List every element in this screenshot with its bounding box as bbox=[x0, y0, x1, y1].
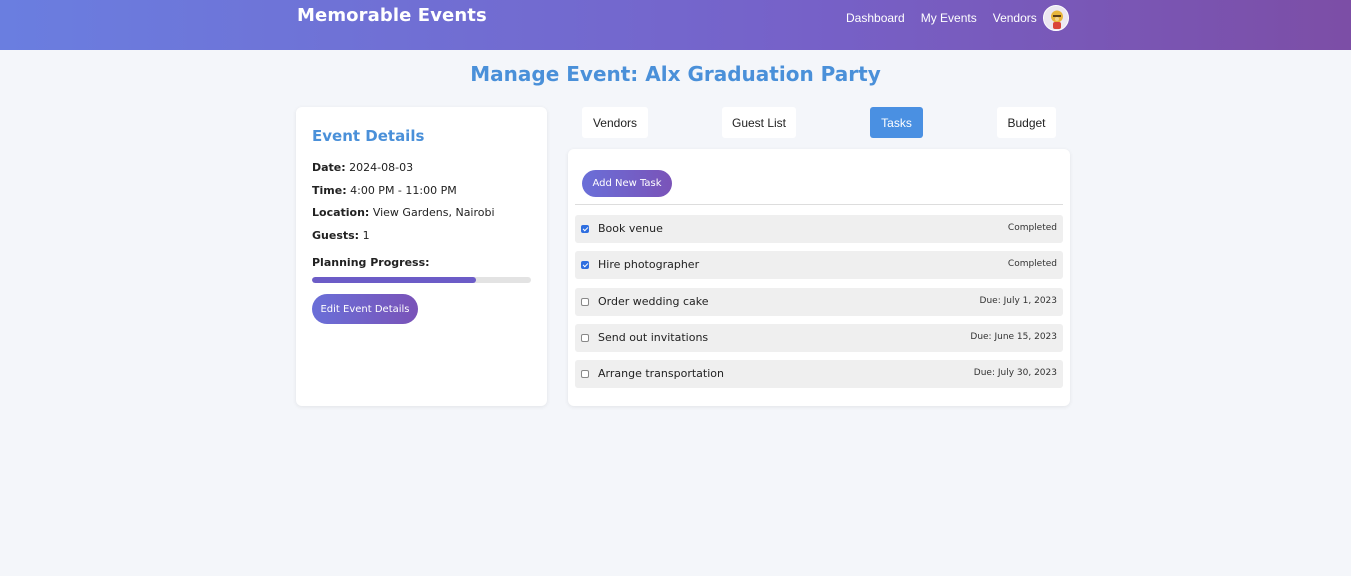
time-value: 4:00 PM - 11:00 PM bbox=[350, 184, 457, 197]
task-row: Arrange transportation Due: July 30, 202… bbox=[575, 360, 1063, 388]
task-checkbox[interactable] bbox=[581, 334, 589, 342]
user-avatar[interactable] bbox=[1043, 5, 1069, 31]
page-title: Manage Event: Alx Graduation Party bbox=[470, 62, 881, 86]
detail-guests: Guests: 1 bbox=[312, 229, 370, 242]
task-name: Send out invitations bbox=[598, 331, 709, 344]
tab-tasks[interactable]: Tasks bbox=[870, 107, 923, 138]
task-checkbox[interactable] bbox=[581, 225, 589, 233]
task-status: Due: July 1, 2023 bbox=[979, 296, 1057, 306]
task-status: Completed bbox=[1007, 259, 1057, 269]
task-name: Book venue bbox=[598, 222, 663, 235]
task-row: Send out invitations Due: June 15, 2023 bbox=[575, 324, 1063, 352]
main-nav: Dashboard My Events Vendors bbox=[846, 11, 1053, 25]
date-label: Date: bbox=[312, 161, 346, 174]
add-new-task-button[interactable]: Add New Task bbox=[582, 170, 672, 197]
task-status: Due: July 30, 2023 bbox=[973, 368, 1057, 378]
task-row: Hire photographer Completed bbox=[575, 251, 1063, 279]
location-value: View Gardens, Nairobi bbox=[372, 206, 495, 219]
planning-progress-label: Planning Progress: bbox=[312, 256, 430, 269]
planning-progress-fill bbox=[312, 277, 477, 283]
task-row: Order wedding cake Due: July 1, 2023 bbox=[575, 288, 1063, 316]
detail-location: Location: View Gardens, Nairobi bbox=[312, 206, 495, 219]
detail-date: Date: 2024-08-03 bbox=[312, 161, 413, 174]
tasks-panel: Add New Task Book venue Completed Hire p… bbox=[568, 149, 1070, 406]
top-navbar: Memorable Events Dashboard My Events Ven… bbox=[0, 0, 1351, 50]
planning-progress-bar bbox=[312, 277, 531, 283]
task-status: Completed bbox=[1007, 223, 1057, 233]
detail-time: Time: 4:00 PM - 11:00 PM bbox=[312, 184, 457, 197]
tab-budget[interactable]: Budget bbox=[997, 107, 1056, 138]
nav-link-vendors[interactable]: Vendors bbox=[993, 11, 1037, 25]
task-row: Book venue Completed bbox=[575, 215, 1063, 243]
guests-label: Guests: bbox=[312, 229, 360, 242]
date-value: 2024-08-03 bbox=[349, 161, 414, 174]
divider bbox=[575, 204, 1063, 205]
avatar-icon bbox=[1044, 6, 1068, 30]
time-label: Time: bbox=[312, 184, 347, 197]
task-status: Due: June 15, 2023 bbox=[970, 332, 1057, 342]
task-checkbox[interactable] bbox=[581, 298, 589, 306]
task-checkbox[interactable] bbox=[581, 261, 589, 269]
guests-value: 1 bbox=[362, 229, 370, 242]
tab-guest-list[interactable]: Guest List bbox=[722, 107, 796, 138]
task-name: Order wedding cake bbox=[598, 295, 709, 308]
nav-link-dashboard[interactable]: Dashboard bbox=[846, 11, 905, 25]
nav-link-my-events[interactable]: My Events bbox=[921, 11, 977, 25]
event-details-card: Event Details Date: 2024-08-03 Time: 4:0… bbox=[296, 107, 547, 406]
event-details-heading: Event Details bbox=[312, 127, 425, 145]
tab-vendors[interactable]: Vendors bbox=[582, 107, 648, 138]
location-label: Location: bbox=[312, 206, 370, 219]
task-name: Arrange transportation bbox=[598, 367, 724, 380]
edit-event-details-button[interactable]: Edit Event Details bbox=[312, 294, 418, 324]
brand-logo-text[interactable]: Memorable Events bbox=[297, 5, 487, 26]
task-checkbox[interactable] bbox=[581, 370, 589, 378]
task-name: Hire photographer bbox=[598, 258, 700, 271]
